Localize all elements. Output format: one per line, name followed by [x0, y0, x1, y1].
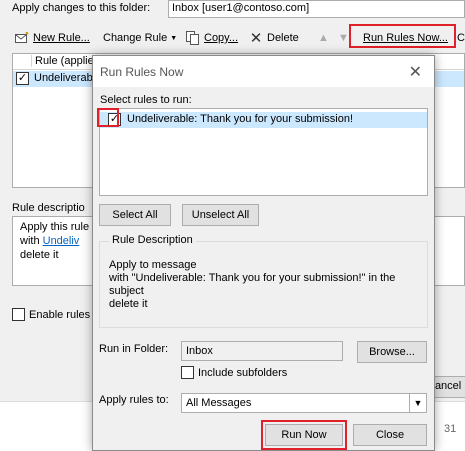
rules-to-run-list[interactable]: ✓ Undeliverable: Thank you for your subm… [99, 108, 428, 196]
run-in-folder-label: Run in Folder: [99, 343, 169, 355]
rule-column-header[interactable]: Rule (applie [31, 55, 94, 67]
change-rule-button[interactable]: Change Rule ▼ [103, 29, 177, 47]
rule-description-group: Rule Description Apply to message with "… [99, 234, 428, 328]
rule-condition-link[interactable]: Undeliv [43, 235, 80, 247]
dropdown-arrow-icon: ▼ [170, 34, 178, 42]
move-up-icon[interactable]: ▲ [318, 29, 329, 47]
copy-icon [185, 31, 201, 45]
select-all-button[interactable]: Select All [99, 204, 171, 226]
dialog-title: Run Rules Now [100, 65, 184, 79]
close-icon[interactable]: ✕ [409, 62, 422, 82]
rule-description-legend: Rule Description [109, 234, 196, 246]
browse-button[interactable]: Browse... [357, 341, 427, 363]
rule-description-text: Apply to message with "Undeliverable: Th… [109, 259, 396, 310]
select-rules-label: Select rules to run: [100, 94, 192, 106]
run-rules-now-dialog: Run Rules Now ✕ Select rules to run: ✓ U… [92, 55, 435, 451]
new-rule-button[interactable]: New Rule... [14, 29, 90, 47]
delete-x-icon: ✕ [249, 30, 263, 47]
move-down-icon[interactable]: ▼ [338, 29, 349, 47]
apply-folder-label: Apply changes to this folder: [12, 2, 151, 14]
include-subfolders-option[interactable]: Include subfolders [181, 366, 287, 379]
rule-enabled-checkbox[interactable]: ✓ [16, 72, 29, 85]
rule-description-label: Rule descriptio [12, 202, 85, 214]
new-rule-icon [14, 31, 30, 45]
run-now-highlight [261, 420, 347, 450]
chevron-down-icon[interactable]: ▼ [409, 394, 426, 412]
enable-rules-option[interactable]: Enable rules [12, 308, 90, 321]
close-button[interactable]: Close [353, 424, 427, 446]
apply-rules-to-select[interactable]: All Messages ▼ [181, 393, 427, 413]
include-subfolders-checkbox[interactable] [181, 366, 194, 379]
rule-name: Undeliverab [34, 72, 93, 84]
dialog-title-bar: Run Rules Now ✕ [93, 56, 434, 87]
run-rules-now-highlight [349, 24, 456, 48]
apply-folder-field[interactable]: Inbox [user1@contoso.com] [168, 0, 465, 18]
unselect-all-button[interactable]: Unselect All [182, 204, 259, 226]
run-in-folder-field[interactable]: Inbox [181, 341, 343, 361]
rule-to-run-row[interactable]: ✓ Undeliverable: Thank you for your subm… [100, 112, 427, 128]
apply-rules-to-label: Apply rules to: [99, 394, 169, 406]
rule-to-run-name: Undeliverable: Thank you for your submis… [127, 113, 354, 125]
enable-rules-checkbox[interactable] [12, 308, 25, 321]
strip-number: 31 [444, 423, 457, 435]
checkbox-highlight [97, 108, 119, 127]
copy-button[interactable]: Copy... [185, 29, 238, 47]
delete-button[interactable]: ✕ Delete [248, 29, 299, 47]
options-button-partial[interactable]: C [457, 29, 465, 47]
